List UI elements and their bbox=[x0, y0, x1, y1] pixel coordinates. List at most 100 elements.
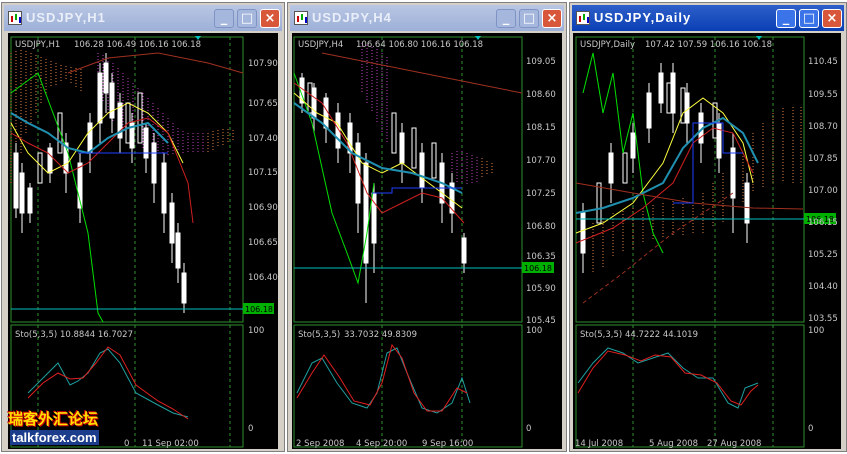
chart-mark bbox=[10, 102, 184, 174]
price-axis-label: 103.55 bbox=[808, 314, 838, 324]
chart-mark bbox=[670, 72, 676, 114]
chart-mark bbox=[293, 324, 523, 448]
minimize-button[interactable]: _ bbox=[496, 9, 516, 28]
chart-area[interactable]: 106.18 USDJPY,H4 106.64 106.80 106.16 10… bbox=[292, 33, 562, 449]
chart-mark bbox=[646, 92, 652, 129]
price-axis-label: 106.90 bbox=[248, 203, 278, 213]
chart-mark bbox=[13, 152, 19, 209]
time-axis-label: 0 bbox=[124, 439, 129, 449]
chart-mark bbox=[19, 172, 25, 214]
chart-window-h4[interactable]: USDJPY,H4 _ □ × 106.18 USDJPY,H4 106.64 … bbox=[287, 2, 567, 452]
close-button[interactable]: × bbox=[822, 9, 842, 28]
watermark-chinese-text: 瑞客外汇论坛 bbox=[8, 410, 99, 428]
chart-mark bbox=[137, 92, 143, 144]
close-button[interactable]: × bbox=[260, 9, 280, 28]
ohlc-values: 106.64 106.80 106.16 106.18 bbox=[356, 40, 483, 50]
chart-mark bbox=[461, 237, 467, 264]
chart-mark bbox=[716, 122, 722, 159]
chart-mark: 109.05 108.60 108.15 107.70 107.25 106.8… bbox=[526, 57, 556, 326]
stochastic-label: Sto(5,3,5) bbox=[580, 330, 622, 340]
title-bar[interactable]: USDJPY,Daily _ □ × bbox=[572, 5, 844, 31]
price-axis-label: 107.00 bbox=[808, 186, 838, 196]
time-axis-label: 14 Jul 2008 bbox=[575, 439, 623, 449]
chart-mark bbox=[97, 72, 103, 124]
chart-mark bbox=[399, 132, 405, 164]
chart-mark bbox=[181, 272, 187, 304]
chart-mark bbox=[730, 147, 736, 199]
chart-mark bbox=[630, 132, 636, 159]
chart-mark: 107.90 107.65 107.40 107.15 106.90 106.6… bbox=[248, 59, 278, 283]
chart-mark bbox=[431, 142, 437, 179]
chart-area[interactable]: 106.18 USDJPY,H1 106.28 106.49 106.16 10… bbox=[8, 33, 278, 449]
chart-mark bbox=[10, 36, 244, 323]
time-axis-label: 27 Aug 2008 bbox=[707, 439, 761, 449]
chart-mark bbox=[175, 232, 181, 269]
chart-mark bbox=[575, 324, 805, 448]
title-bar[interactable]: USDJPY,H1 _ □ × bbox=[4, 5, 282, 31]
chart-mark bbox=[103, 62, 109, 94]
chart-mark bbox=[296, 343, 468, 412]
chart-mark bbox=[577, 350, 759, 406]
chart-mark bbox=[596, 182, 602, 224]
minimize-button[interactable]: _ bbox=[214, 9, 234, 28]
maximize-button[interactable]: □ bbox=[237, 9, 257, 28]
chart-app-icon bbox=[8, 11, 22, 25]
chart-window-daily[interactable]: USDJPY,Daily _ □ × 106.18 USDJPY,Daily 1… bbox=[569, 2, 847, 452]
chart-mark bbox=[293, 92, 463, 209]
chart-symbol-label: USDJPY,Daily bbox=[580, 40, 635, 50]
chart-area[interactable]: 106.18 USDJPY,Daily 107.42 107.59 106.16… bbox=[573, 33, 841, 449]
chart-mark bbox=[582, 192, 734, 304]
maximize-button[interactable]: □ bbox=[519, 9, 539, 28]
price-axis-label: 107.65 bbox=[248, 99, 278, 109]
maximize-button[interactable]: □ bbox=[799, 9, 819, 28]
time-axis-label: 2 Sep 2008 bbox=[296, 439, 344, 449]
price-axis-label: 104.40 bbox=[808, 282, 838, 292]
price-axis-label: 108.60 bbox=[526, 90, 556, 100]
chart-mark bbox=[109, 82, 115, 119]
chart-mark bbox=[622, 152, 628, 184]
time-axis-label: 4 Sep 20:00 bbox=[356, 439, 407, 449]
chart-mark bbox=[10, 72, 104, 323]
price-axis-label: 107.40 bbox=[248, 134, 278, 144]
chart-mark bbox=[151, 142, 157, 184]
chart-mark bbox=[311, 87, 317, 119]
stochastic-values: 44.7222 44.1019 bbox=[625, 330, 698, 340]
price-axis-label: 109.55 bbox=[808, 90, 838, 100]
chart-mark bbox=[37, 152, 43, 184]
price-axis-label: 109.05 bbox=[526, 57, 556, 67]
chart-mark bbox=[323, 97, 329, 129]
minimize-button[interactable]: _ bbox=[776, 9, 796, 28]
sto-axis-0: 0 bbox=[808, 424, 813, 434]
title-bar[interactable]: USDJPY,H4 _ □ × bbox=[290, 5, 564, 31]
chart-mark bbox=[596, 82, 718, 224]
price-axis-label: 110.45 bbox=[808, 57, 838, 67]
window-title: USDJPY,H4 bbox=[312, 10, 392, 25]
forum-watermark: 瑞客外汇论坛 talkforex.com bbox=[8, 408, 99, 450]
stochastic-values: 10.8844 16.7027 bbox=[60, 330, 133, 340]
chart-mark bbox=[419, 152, 425, 189]
chart-mark bbox=[372, 187, 462, 194]
time-axis-label: 5 Aug 2008 bbox=[649, 439, 698, 449]
window-title: USDJPY,Daily bbox=[594, 10, 692, 25]
stochastic-label: Sto(5,3,5) bbox=[298, 330, 340, 340]
chart-symbol-label: USDJPY,H4 bbox=[298, 40, 343, 50]
chart-symbol-label: USDJPY,H1 bbox=[15, 40, 60, 50]
time-axis-label: 11 Sep 02:00 bbox=[142, 439, 199, 449]
chart-mark bbox=[608, 152, 614, 184]
chart-window-h1[interactable]: USDJPY,H1 _ □ × 106.18 USDJPY,H1 106.28 … bbox=[1, 2, 285, 452]
price-axis-label: 106.15 bbox=[808, 218, 838, 228]
chart-mark bbox=[296, 347, 471, 414]
price-axis-label: 105.90 bbox=[526, 284, 556, 294]
watermark-site-text: talkforex.com bbox=[10, 430, 99, 445]
chart-mark bbox=[580, 63, 750, 273]
chart-mark bbox=[169, 202, 175, 244]
chart-app-icon bbox=[576, 11, 590, 25]
stochastic-label: Sto(5,3,5) bbox=[15, 330, 57, 340]
price-axis-label: 105.45 bbox=[526, 316, 556, 326]
price-axis-label: 106.35 bbox=[526, 252, 556, 262]
price-axis-label: 106.80 bbox=[526, 222, 556, 232]
chart-mark bbox=[87, 122, 93, 154]
close-button[interactable]: × bbox=[542, 9, 562, 28]
chart-mark bbox=[293, 102, 463, 194]
chart-mark bbox=[658, 72, 664, 104]
